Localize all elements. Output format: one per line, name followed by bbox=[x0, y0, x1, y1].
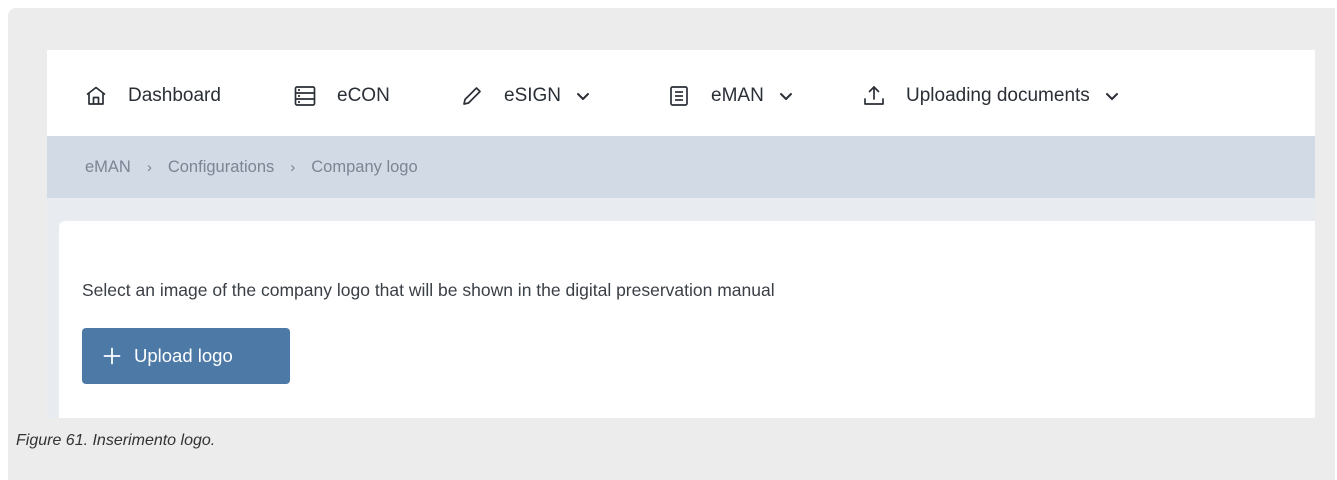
upload-logo-button[interactable]: Upload logo bbox=[82, 328, 290, 384]
nav-item-label: eCON bbox=[337, 85, 390, 106]
company-logo-panel: Select an image of the company logo that… bbox=[59, 221, 1315, 418]
breadcrumb-separator: › bbox=[290, 158, 296, 176]
nav-item-eman[interactable]: eMAN bbox=[667, 78, 794, 114]
figure-caption: Figure 61. Inserimento logo. bbox=[16, 432, 216, 449]
nav-item-uploading-documents[interactable]: Uploading documents bbox=[862, 78, 1120, 114]
breadcrumb-item-eman[interactable]: eMAN bbox=[85, 158, 131, 177]
app-screenshot: Dashboard eCON eSIGN eMAN Uploading docu… bbox=[47, 50, 1315, 418]
nav-item-label: Dashboard bbox=[128, 85, 221, 106]
chevron-down-icon bbox=[1104, 88, 1120, 104]
top-navbar: Dashboard eCON eSIGN eMAN Uploading docu… bbox=[47, 50, 1315, 136]
nav-item-label: Uploading documents bbox=[906, 85, 1090, 106]
upload-icon bbox=[862, 84, 886, 108]
nav-item-label: eSIGN bbox=[504, 85, 562, 106]
nav-item-dashboard[interactable]: Dashboard bbox=[84, 78, 221, 114]
plus-icon bbox=[102, 346, 122, 366]
breadcrumb-item-company-logo: Company logo bbox=[311, 157, 418, 176]
document-frame: Dashboard eCON eSIGN eMAN Uploading docu… bbox=[8, 8, 1335, 480]
panel-description: Select an image of the company logo that… bbox=[82, 280, 775, 300]
breadcrumb-separator: › bbox=[146, 158, 152, 176]
upload-logo-label: Upload logo bbox=[134, 345, 233, 366]
breadcrumb: eMAN › Configurations › Company logo bbox=[47, 136, 1315, 198]
chevron-down-icon bbox=[575, 88, 591, 104]
pen-icon bbox=[460, 84, 484, 108]
nav-item-label: eMAN bbox=[711, 85, 764, 106]
nav-item-econ[interactable]: eCON bbox=[293, 78, 390, 114]
home-icon bbox=[84, 84, 108, 108]
server-icon bbox=[293, 84, 317, 108]
document-icon bbox=[667, 84, 691, 108]
chevron-down-icon bbox=[778, 88, 794, 104]
breadcrumb-item-configurations[interactable]: Configurations bbox=[168, 158, 274, 177]
nav-item-esign[interactable]: eSIGN bbox=[460, 78, 591, 114]
